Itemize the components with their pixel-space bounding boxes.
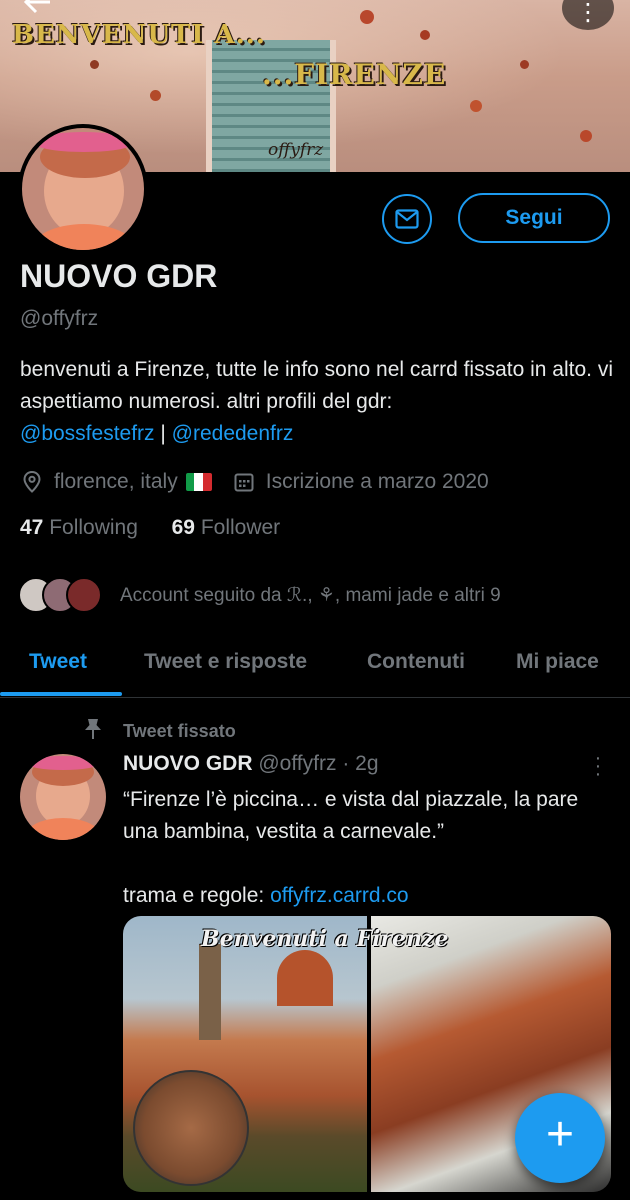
profile-joined-date: Iscrizione a marzo 2020 <box>265 470 489 493</box>
banner-flower <box>360 10 374 24</box>
active-tab-indicator <box>0 692 122 696</box>
followers-link[interactable]: 69 Follower <box>172 516 281 539</box>
italy-flag-icon <box>185 473 212 491</box>
tweet-author-name[interactable]: NUOVO GDR <box>123 752 253 775</box>
pin-icon <box>84 718 104 745</box>
tab-tweet[interactable]: Tweet <box>29 638 87 698</box>
tweet-timestamp: · 2g <box>342 752 379 775</box>
profile-tabs: Tweet Tweet e risposte Contenuti Mi piac… <box>0 638 630 698</box>
media-image-florence[interactable] <box>123 916 367 1192</box>
follow-button[interactable]: Segui <box>458 193 610 243</box>
compose-tweet-button[interactable]: + <box>515 1093 605 1183</box>
media-caption: Benvenuti a Firenze <box>201 926 449 952</box>
follower-label: Follower <box>200 516 281 539</box>
avatar-shirt <box>28 224 140 250</box>
tweet-more-button[interactable]: · · · <box>590 748 606 784</box>
tab-mi-piace[interactable]: Mi piace <box>516 638 599 698</box>
bio-link-bossfestefrz[interactable]: @bossfestefrz <box>20 422 155 445</box>
avatar-shirt <box>24 818 102 840</box>
profile-location: florence, italy <box>54 470 178 493</box>
tab-tweet-e-risposte[interactable]: Tweet e risposte <box>144 638 307 698</box>
followed-by-text: Account seguito da ℛ., ⚘, mami jade e al… <box>120 584 501 606</box>
banner-flower <box>420 30 430 40</box>
tab-contenuti[interactable]: Contenuti <box>367 638 465 698</box>
duomo-dome <box>277 950 333 1006</box>
mail-icon <box>395 209 419 229</box>
pinned-tweet-label: Tweet fissato <box>123 720 236 741</box>
follower-count: 69 <box>171 516 195 539</box>
more-vertical-icon: ⋮ <box>576 0 600 26</box>
more-vertical-icon: · · · <box>594 747 602 785</box>
tweet-text: “Firenze l’è piccina… e vista dal piazza… <box>123 784 613 912</box>
duomo-circle-inset <box>133 1070 249 1186</box>
tweet-header: NUOVO GDR @offyfrz · 2g <box>123 752 379 776</box>
back-button[interactable] <box>22 0 66 20</box>
bio-text: benvenuti a Firenze, tutte le info sono … <box>20 358 613 413</box>
profile-handle: @offyfrz <box>20 307 99 330</box>
followed-by-row[interactable]: Account seguito da ℛ., ⚘, mami jade e al… <box>18 575 501 615</box>
plus-icon: + <box>545 1108 575 1161</box>
pinned-tweet-label-row: Tweet fissato <box>84 718 236 744</box>
following-link[interactable]: 47 Following <box>20 516 138 539</box>
banner-title-line1: BENVENUTI A... <box>12 20 266 50</box>
palazzo-vecchio-tower <box>199 944 221 1040</box>
profile-avatar[interactable] <box>18 124 148 254</box>
banner-flower <box>90 60 99 69</box>
bio-link-rededenfrz[interactable]: @rededenfrz <box>172 422 294 445</box>
calendar-icon <box>232 470 256 494</box>
profile-meta: florence, italy Iscrizione a marzo 2020 <box>20 466 489 498</box>
back-arrow-icon <box>23 0 50 14</box>
tweet-link[interactable]: offyfrz.carrd.co <box>270 884 409 907</box>
banner-flower <box>520 60 529 69</box>
following-label: Following <box>49 516 138 539</box>
profile-name: NUOVO GDR <box>20 258 218 294</box>
banner-title-line2: ...FIRENZE <box>262 58 447 91</box>
location-pin-icon <box>20 470 44 494</box>
follow-counts: 47 Following 69 Follower <box>20 516 280 540</box>
bio-separator: | <box>154 422 172 445</box>
banner-signature: offyfrz <box>268 140 324 160</box>
banner-flower <box>150 90 161 101</box>
banner-flower <box>580 130 592 142</box>
message-button[interactable] <box>382 194 432 244</box>
follower-avatar <box>66 577 102 613</box>
banner-flower <box>470 100 482 112</box>
following-count: 47 <box>20 516 44 539</box>
tweet-author-avatar[interactable] <box>20 754 106 840</box>
avatar-flower-crown <box>26 756 100 770</box>
profile-bio: benvenuti a Firenze, tutte le info sono … <box>20 354 620 450</box>
avatar-flower-crown <box>32 132 136 152</box>
tweet-author-handle[interactable]: @offyfrz <box>258 752 336 775</box>
